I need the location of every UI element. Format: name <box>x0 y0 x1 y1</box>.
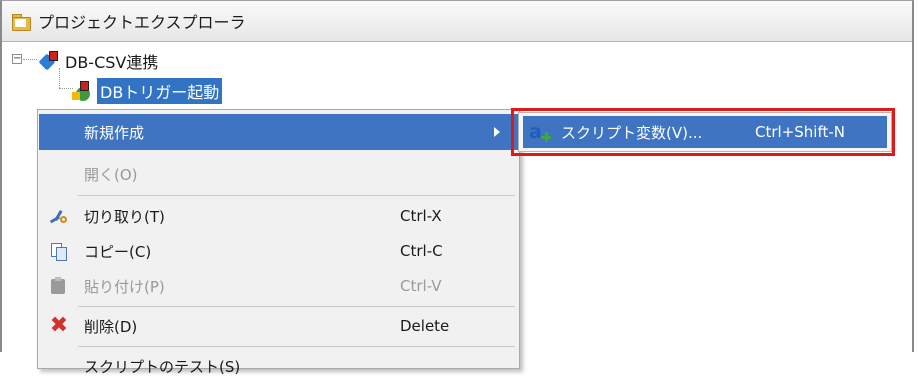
menu-item-label: コピー(C) <box>84 242 152 261</box>
menu-item-label: 削除(D) <box>84 317 138 336</box>
menu-separator <box>78 346 515 347</box>
tree-connector <box>59 88 73 89</box>
panel-title: プロジェクトエクスプローラ <box>38 13 246 32</box>
submenu-item-shortcut: Ctrl+Shift-N <box>755 123 845 141</box>
menu-separator <box>78 195 515 196</box>
menu-item-shortcut: Delete <box>400 317 450 335</box>
project-icon <box>38 51 60 71</box>
copy-icon <box>49 241 69 261</box>
menu-item-delete[interactable]: ✖ 削除(D) Delete <box>39 308 518 344</box>
menu-item-open[interactable]: 開く(O) <box>39 156 518 192</box>
tree-connector <box>23 59 37 60</box>
menu-item-paste[interactable]: 貼り付け(P) Ctrl-V <box>39 268 518 304</box>
clipboard-icon <box>49 276 69 296</box>
menu-item-label: 貼り付け(P) <box>84 277 165 296</box>
menu-separator <box>78 306 515 307</box>
menu-item-shortcut: Ctrl-C <box>400 242 443 260</box>
menu-item-label: 新規作成 <box>84 123 145 142</box>
folder-icon <box>12 13 31 31</box>
tree-node-label-selected: DBトリガー起動 <box>97 78 223 104</box>
menu-item-label: 開く(O) <box>84 165 138 184</box>
new-submenu: a スクリプト変数(V)... Ctrl+Shift-N <box>518 112 892 152</box>
menu-item-copy[interactable]: コピー(C) Ctrl-C <box>39 233 518 269</box>
script-icon <box>72 81 92 101</box>
tree-node-project[interactable]: DB-CSV連携 <box>38 49 159 73</box>
submenu-item-label: スクリプト変数(V)... <box>561 123 703 142</box>
panel-titlebar: プロジェクトエクスプローラ <box>2 1 912 42</box>
menu-item-shortcut: Ctrl-X <box>400 207 442 225</box>
add-variable-icon: a <box>529 122 551 142</box>
menu-item-label: スクリプトのテスト(S) <box>84 357 241 376</box>
tree-node-script[interactable]: DBトリガー起動 <box>72 78 223 104</box>
menu-item-new[interactable]: 新規作成 <box>39 114 518 150</box>
menu-item-shortcut: Ctrl-V <box>400 277 442 295</box>
collapse-toggle[interactable]: − <box>12 54 22 64</box>
context-menu: 新規作成 開く(O) 切り取り(T) Ctrl-X コピー(C) Ctrl-C … <box>37 109 520 376</box>
menu-item-label: 切り取り(T) <box>84 207 165 226</box>
submenu-arrow-icon <box>494 127 500 137</box>
submenu-item-script-variable[interactable]: a スクリプト変数(V)... Ctrl+Shift-N <box>523 116 887 148</box>
menu-item-test-script[interactable]: スクリプトのテスト(S) <box>39 348 518 384</box>
menu-item-cut[interactable]: 切り取り(T) Ctrl-X <box>39 198 518 234</box>
delete-x-icon: ✖ <box>49 313 69 338</box>
tree-node-label: DB-CSV連携 <box>65 53 159 72</box>
scissors-icon <box>49 206 69 226</box>
